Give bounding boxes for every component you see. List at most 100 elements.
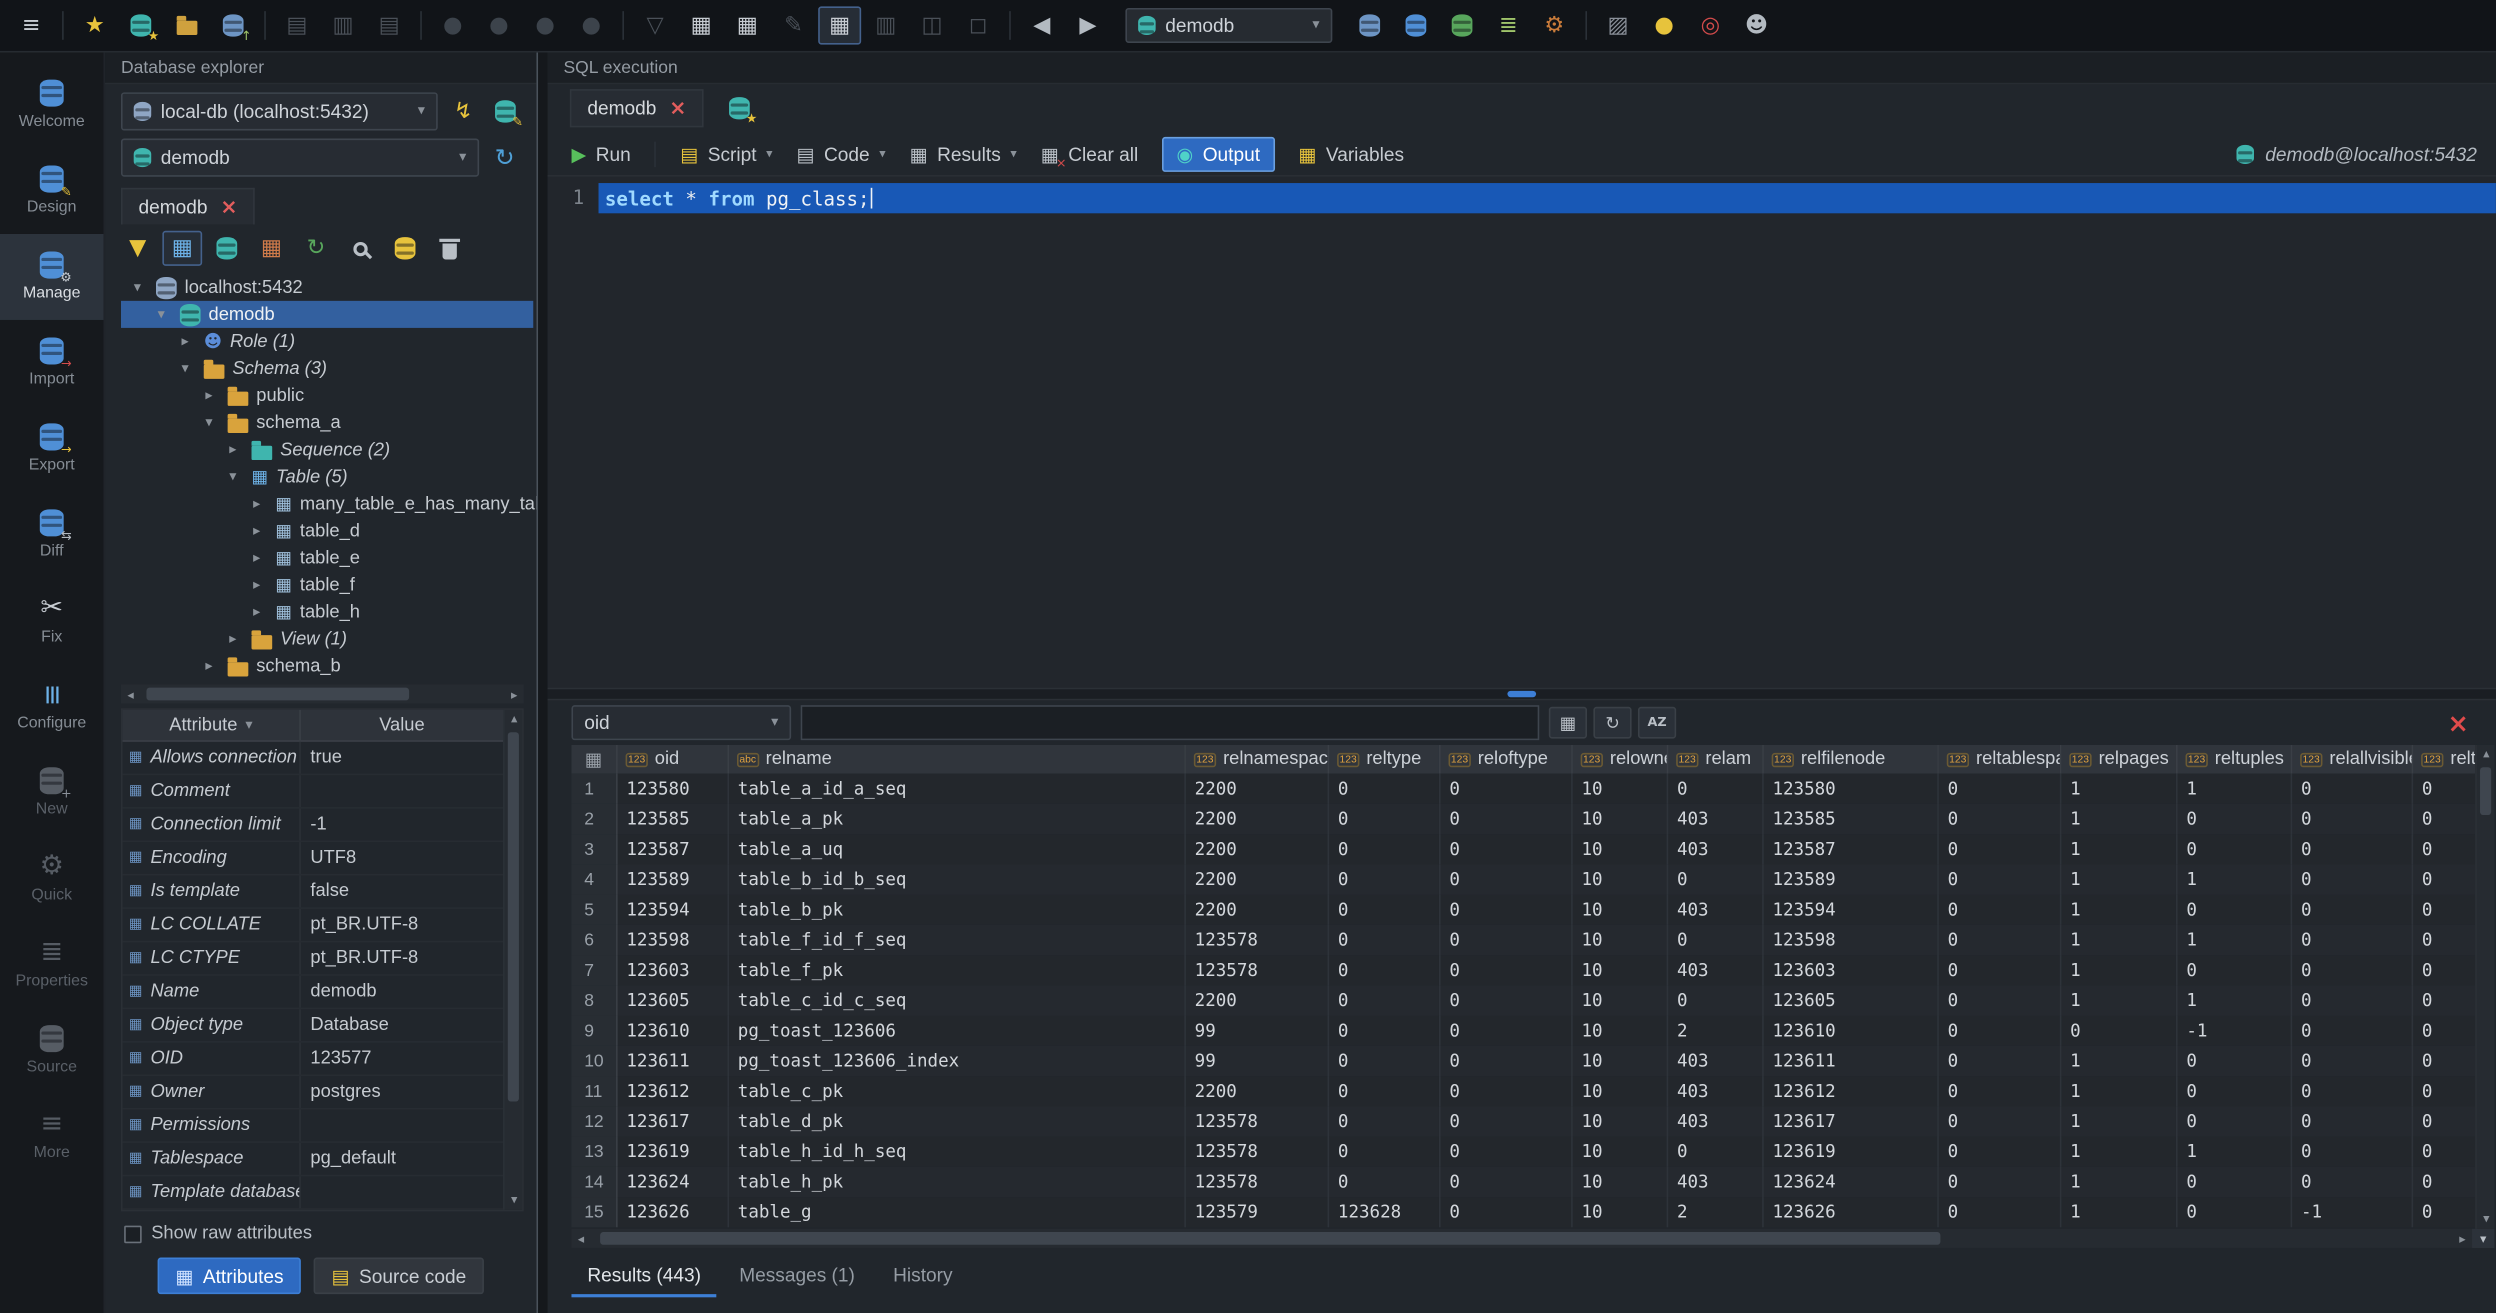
- filter-apply-icon[interactable]: ▦: [1549, 707, 1587, 739]
- tree-node-many-table-e-has-many-table-f[interactable]: ▸▦many_table_e_has_many_table_f: [121, 490, 536, 517]
- clean-icon[interactable]: ▨: [1597, 6, 1640, 44]
- cell[interactable]: 0: [2291, 955, 2412, 985]
- scroll-down-icon[interactable]: ▾: [505, 1191, 524, 1210]
- column-header-relowner[interactable]: 123relowner: [1571, 745, 1667, 774]
- explorer-tab-demodb[interactable]: demodb ×: [121, 188, 255, 225]
- cell[interactable]: 0: [2412, 1016, 2476, 1046]
- cell[interactable]: 0: [2291, 1106, 2412, 1136]
- cell[interactable]: 0: [2412, 1106, 2476, 1136]
- cell[interactable]: 123598: [616, 925, 727, 955]
- results-tab-results-443[interactable]: Results (443): [571, 1254, 716, 1297]
- test-connection-icon[interactable]: [1441, 6, 1484, 44]
- cell[interactable]: 0: [1439, 864, 1571, 894]
- save-script-icon[interactable]: ↑: [212, 6, 255, 44]
- cell[interactable]: table_h_pk: [727, 1167, 1184, 1197]
- cell[interactable]: 10: [1571, 1076, 1667, 1106]
- cell[interactable]: 123587: [1762, 834, 1937, 864]
- table-row[interactable]: 11123612table_c_pk2200001040312361201000: [571, 1076, 2475, 1106]
- cell[interactable]: -1: [2176, 1016, 2291, 1046]
- cell[interactable]: table_c_pk: [727, 1076, 1184, 1106]
- splitter-grip[interactable]: [1507, 691, 1536, 697]
- cell[interactable]: 0: [2291, 864, 2412, 894]
- row-number[interactable]: 6: [571, 925, 616, 955]
- value-column-header[interactable]: Value: [301, 710, 503, 740]
- sidebar-item-properties[interactable]: ≣Properties: [0, 922, 103, 1008]
- sql-editor[interactable]: 1 select * from pg_class;: [548, 177, 2496, 688]
- cell[interactable]: table_g: [727, 1197, 1184, 1227]
- search-metadata-icon[interactable]: [1394, 6, 1437, 44]
- column-header-reltype[interactable]: 123reltype: [1328, 745, 1439, 774]
- attribute-column-header[interactable]: Attribute▾: [123, 710, 301, 740]
- cell[interactable]: 123612: [616, 1076, 727, 1106]
- cell[interactable]: 1: [2060, 1137, 2176, 1167]
- editor-results-splitter[interactable]: [548, 688, 2496, 701]
- cell[interactable]: 0: [2291, 1076, 2412, 1106]
- scrollbar-thumb[interactable]: [600, 1232, 1941, 1245]
- transaction-mode-icon[interactable]: ●: [570, 6, 613, 44]
- split-view-icon[interactable]: ◫: [911, 6, 954, 44]
- database-objects-icon[interactable]: [207, 231, 247, 266]
- cell[interactable]: table_a_uq: [727, 834, 1184, 864]
- open-script-icon[interactable]: [166, 6, 209, 44]
- cell[interactable]: 123611: [1762, 1046, 1937, 1076]
- results-button[interactable]: ▦ Results▾: [909, 142, 1016, 164]
- cell[interactable]: 0: [1328, 985, 1439, 1015]
- tree-expander-icon[interactable]: ▸: [253, 604, 267, 620]
- tree-expander-icon[interactable]: ▸: [253, 577, 267, 593]
- sidebar-item-fix[interactable]: ✂Fix: [0, 578, 103, 664]
- panel-layout-icon[interactable]: ▦: [818, 6, 861, 44]
- forward-icon[interactable]: ▶: [1067, 6, 1110, 44]
- cell[interactable]: 123617: [1762, 1106, 1937, 1136]
- cell[interactable]: 123589: [616, 864, 727, 894]
- clear-all-button[interactable]: ▦× Clear all: [1041, 142, 1139, 164]
- row-number[interactable]: 14: [571, 1167, 616, 1197]
- scroll-right-icon[interactable]: ▸: [2453, 1231, 2472, 1245]
- delete-icon[interactable]: [430, 231, 470, 266]
- tree-expander-icon[interactable]: ▾: [205, 415, 219, 431]
- cell[interactable]: 0: [1328, 864, 1439, 894]
- cell[interactable]: 0: [1439, 1046, 1571, 1076]
- column-header-reloftype[interactable]: 123reloftype: [1439, 745, 1571, 774]
- user-access-icon[interactable]: ☻: [1735, 6, 1778, 44]
- scroll-left-icon[interactable]: ◂: [571, 1231, 590, 1245]
- row-number[interactable]: 13: [571, 1137, 616, 1167]
- cell[interactable]: 1: [2060, 895, 2176, 925]
- cell[interactable]: 403: [1667, 1106, 1763, 1136]
- cell[interactable]: 0: [2291, 804, 2412, 834]
- cell[interactable]: 0: [2412, 834, 2476, 864]
- cell[interactable]: 99: [1184, 1046, 1327, 1076]
- sidebar-item-source[interactable]: Source: [0, 1008, 103, 1094]
- row-number[interactable]: 10: [571, 1046, 616, 1076]
- cell[interactable]: 0: [2291, 985, 2412, 1015]
- cell[interactable]: 0: [1439, 1076, 1571, 1106]
- tree-expander-icon[interactable]: ▸: [253, 496, 267, 512]
- column-header-relnamespace[interactable]: 123relnamespace: [1184, 745, 1327, 774]
- tree-hscrollbar[interactable]: ◂ ▸: [121, 684, 524, 703]
- sql-tab-demodb[interactable]: demodb ×: [570, 89, 704, 127]
- cell[interactable]: 403: [1667, 1167, 1763, 1197]
- cell[interactable]: 0: [1328, 1016, 1439, 1046]
- cell[interactable]: 0: [2412, 895, 2476, 925]
- cell[interactable]: 123610: [1762, 1016, 1937, 1046]
- tree-node-table-d[interactable]: ▸▦table_d: [121, 517, 536, 544]
- scrollbar-thumb[interactable]: [146, 688, 408, 701]
- cell[interactable]: 0: [1439, 985, 1571, 1015]
- column-header-reltuples[interactable]: 123reltuples: [2176, 745, 2291, 774]
- attributes-vscrollbar[interactable]: ▴ ▾: [503, 710, 522, 1210]
- cell[interactable]: 123605: [616, 985, 727, 1015]
- cell[interactable]: 10: [1571, 774, 1667, 804]
- cell[interactable]: 10: [1571, 1016, 1667, 1046]
- cell[interactable]: 123617: [616, 1106, 727, 1136]
- search-objects-icon[interactable]: [341, 231, 381, 266]
- cell[interactable]: 1: [2176, 774, 2291, 804]
- image-view-icon[interactable]: ▥: [864, 6, 907, 44]
- column-header-relallvisible[interactable]: 123relallvisible: [2291, 745, 2412, 774]
- cell[interactable]: 10: [1571, 955, 1667, 985]
- cell[interactable]: 2200: [1184, 1076, 1327, 1106]
- cell[interactable]: 0: [2412, 774, 2476, 804]
- cell[interactable]: 0: [1667, 1137, 1763, 1167]
- cell[interactable]: 0: [2412, 1167, 2476, 1197]
- cell[interactable]: 0: [1328, 1076, 1439, 1106]
- cell[interactable]: 0: [1937, 1167, 2060, 1197]
- editor-content[interactable]: select * from pg_class;: [599, 177, 2496, 688]
